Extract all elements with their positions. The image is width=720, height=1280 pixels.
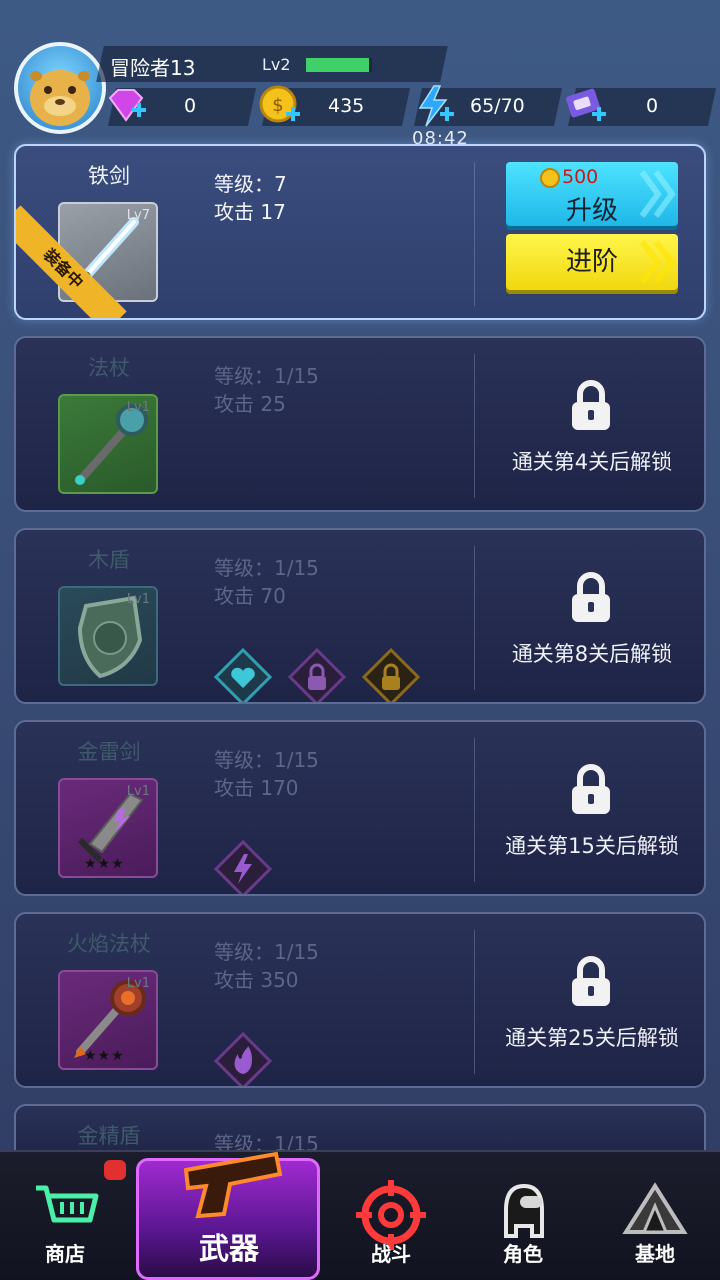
energy-add-icon[interactable] <box>412 84 456 128</box>
unlock-condition: 通关第25关后解锁 <box>505 1026 679 1050</box>
weapon-frame: Lv1 ★★★ <box>58 778 158 878</box>
weapon-name: 木盾 <box>88 548 130 572</box>
weapon-lv-tag: Lv7 <box>126 208 150 223</box>
weapon-name: 金雷剑 <box>77 740 141 764</box>
weapon-attack: 攻击 25 <box>214 392 286 416</box>
weapon-stars: ★★★ <box>84 856 125 872</box>
gems-value: 0 <box>184 95 197 117</box>
weapon-lv-tag: Lv1 <box>126 784 150 799</box>
xp-bar-fill <box>306 58 369 72</box>
weapon-name: 金精盾 <box>77 1124 141 1148</box>
weapon-level: 等级：1/15 <box>214 748 319 772</box>
player-avatar[interactable] <box>14 42 106 134</box>
weapon-frame: Lv1 <box>58 586 158 686</box>
lock-icon <box>572 764 610 814</box>
weapon-card-thunder-sword[interactable]: 金雷剑 Lv1 ★★★ 等级：1/15 攻击 170 通关第15关后解锁 <box>14 720 706 896</box>
advance-button[interactable]: 进阶 <box>506 234 678 290</box>
pistol-icon <box>183 1151 283 1219</box>
notification-badge <box>104 1160 126 1180</box>
nav-character-label: 角色 <box>503 1242 543 1266</box>
weapon-lv-tag: Lv1 <box>126 592 150 607</box>
coin-add-icon[interactable]: $ <box>258 84 302 128</box>
weapon-name: 铁剑 <box>88 164 130 188</box>
chevron-right-icon <box>639 240 676 284</box>
chevron-right-icon <box>639 170 676 218</box>
nav-base-label: 基地 <box>635 1242 675 1266</box>
tickets-value: 0 <box>646 95 659 117</box>
nav-base[interactable]: 基地 <box>590 1150 720 1280</box>
weapon-frame: Lv1 ★★★ <box>58 970 158 1070</box>
weapon-attack: 攻击 17 <box>214 200 286 224</box>
weapon-attack: 攻击 70 <box>214 584 286 608</box>
svg-text:$: $ <box>272 95 283 116</box>
weapon-level: 等级：1/15 <box>214 364 319 388</box>
weapon-card-iron-sword[interactable]: 铁剑 Lv7 装备中 等级：7 攻击 17 500 升级 进阶 <box>14 144 706 320</box>
flame-skill-icon[interactable] <box>214 1032 272 1088</box>
upgrade-cost: 500 <box>562 166 599 188</box>
weapon-level: 等级：1/15 <box>214 940 319 964</box>
weapon-name: 法杖 <box>88 356 130 380</box>
weapon-card-fire-staff[interactable]: 火焰法杖 Lv1 ★★★ 等级：1/15 攻击 350 通关第25关后解锁 <box>14 912 706 1088</box>
card-divider <box>474 162 475 306</box>
weapon-lv-tag: Lv1 <box>126 976 150 991</box>
weapon-stars: ★★★ <box>84 1048 125 1064</box>
cart-icon <box>36 1185 99 1223</box>
coins-value: 435 <box>328 95 365 117</box>
weapon-level: 等级：1/15 <box>214 556 319 580</box>
lock-icon <box>572 572 610 622</box>
capybara-avatar-icon <box>30 70 90 126</box>
lock-icon <box>572 956 610 1006</box>
card-divider <box>474 546 475 690</box>
top-status-bar: 冒险者13 Lv2 0 $ 435 65/70 08:42 0 <box>0 0 720 150</box>
nav-weapons-label: 武器 <box>199 1232 259 1267</box>
nav-battle[interactable]: 战斗 <box>326 1150 456 1280</box>
gem-add-icon[interactable] <box>104 84 148 128</box>
weapon-card-staff[interactable]: 法杖 Lv1 等级：1/15 攻击 25 通关第4关后解锁 <box>14 336 706 512</box>
upgrade-button[interactable]: 500 升级 <box>506 162 678 226</box>
weapon-lv-tag: Lv1 <box>126 400 150 415</box>
lightning-skill-icon[interactable] <box>214 840 272 896</box>
lock-icon <box>572 380 610 430</box>
unlock-condition: 通关第4关后解锁 <box>511 450 673 474</box>
nav-weapons[interactable]: 武器 <box>162 1150 296 1280</box>
card-divider <box>474 738 475 882</box>
weapon-name: 火焰法杖 <box>67 932 151 956</box>
weapon-frame: Lv1 <box>58 394 158 494</box>
locked-skill-icon[interactable] <box>288 648 346 704</box>
card-divider <box>474 354 475 498</box>
coin-icon <box>540 168 560 188</box>
locked-skill-icon[interactable] <box>362 648 420 704</box>
weapon-attack: 攻击 170 <box>214 776 299 800</box>
xp-bar <box>306 58 372 72</box>
nav-battle-label: 战斗 <box>371 1242 411 1266</box>
player-level: Lv2 <box>262 55 291 74</box>
nav-shop-label: 商店 <box>45 1242 85 1266</box>
nav-character[interactable]: 角色 <box>458 1150 588 1280</box>
energy-value: 65/70 <box>470 95 525 117</box>
unlock-condition: 通关第15关后解锁 <box>505 834 679 858</box>
weapon-card-wooden-shield[interactable]: 木盾 Lv1 等级：1/15 攻击 70 通关第8关后解锁 <box>14 528 706 704</box>
character-icon <box>504 1183 544 1238</box>
card-divider <box>474 930 475 1074</box>
weapon-attack: 攻击 350 <box>214 968 299 992</box>
tent-icon <box>622 1182 688 1234</box>
weapon-level: 等级：7 <box>214 172 287 196</box>
heart-shield-skill-icon[interactable] <box>214 648 272 704</box>
ticket-add-icon[interactable] <box>564 84 608 128</box>
player-name: 冒险者13 <box>110 56 196 80</box>
unlock-condition: 通关第8关后解锁 <box>511 642 673 666</box>
